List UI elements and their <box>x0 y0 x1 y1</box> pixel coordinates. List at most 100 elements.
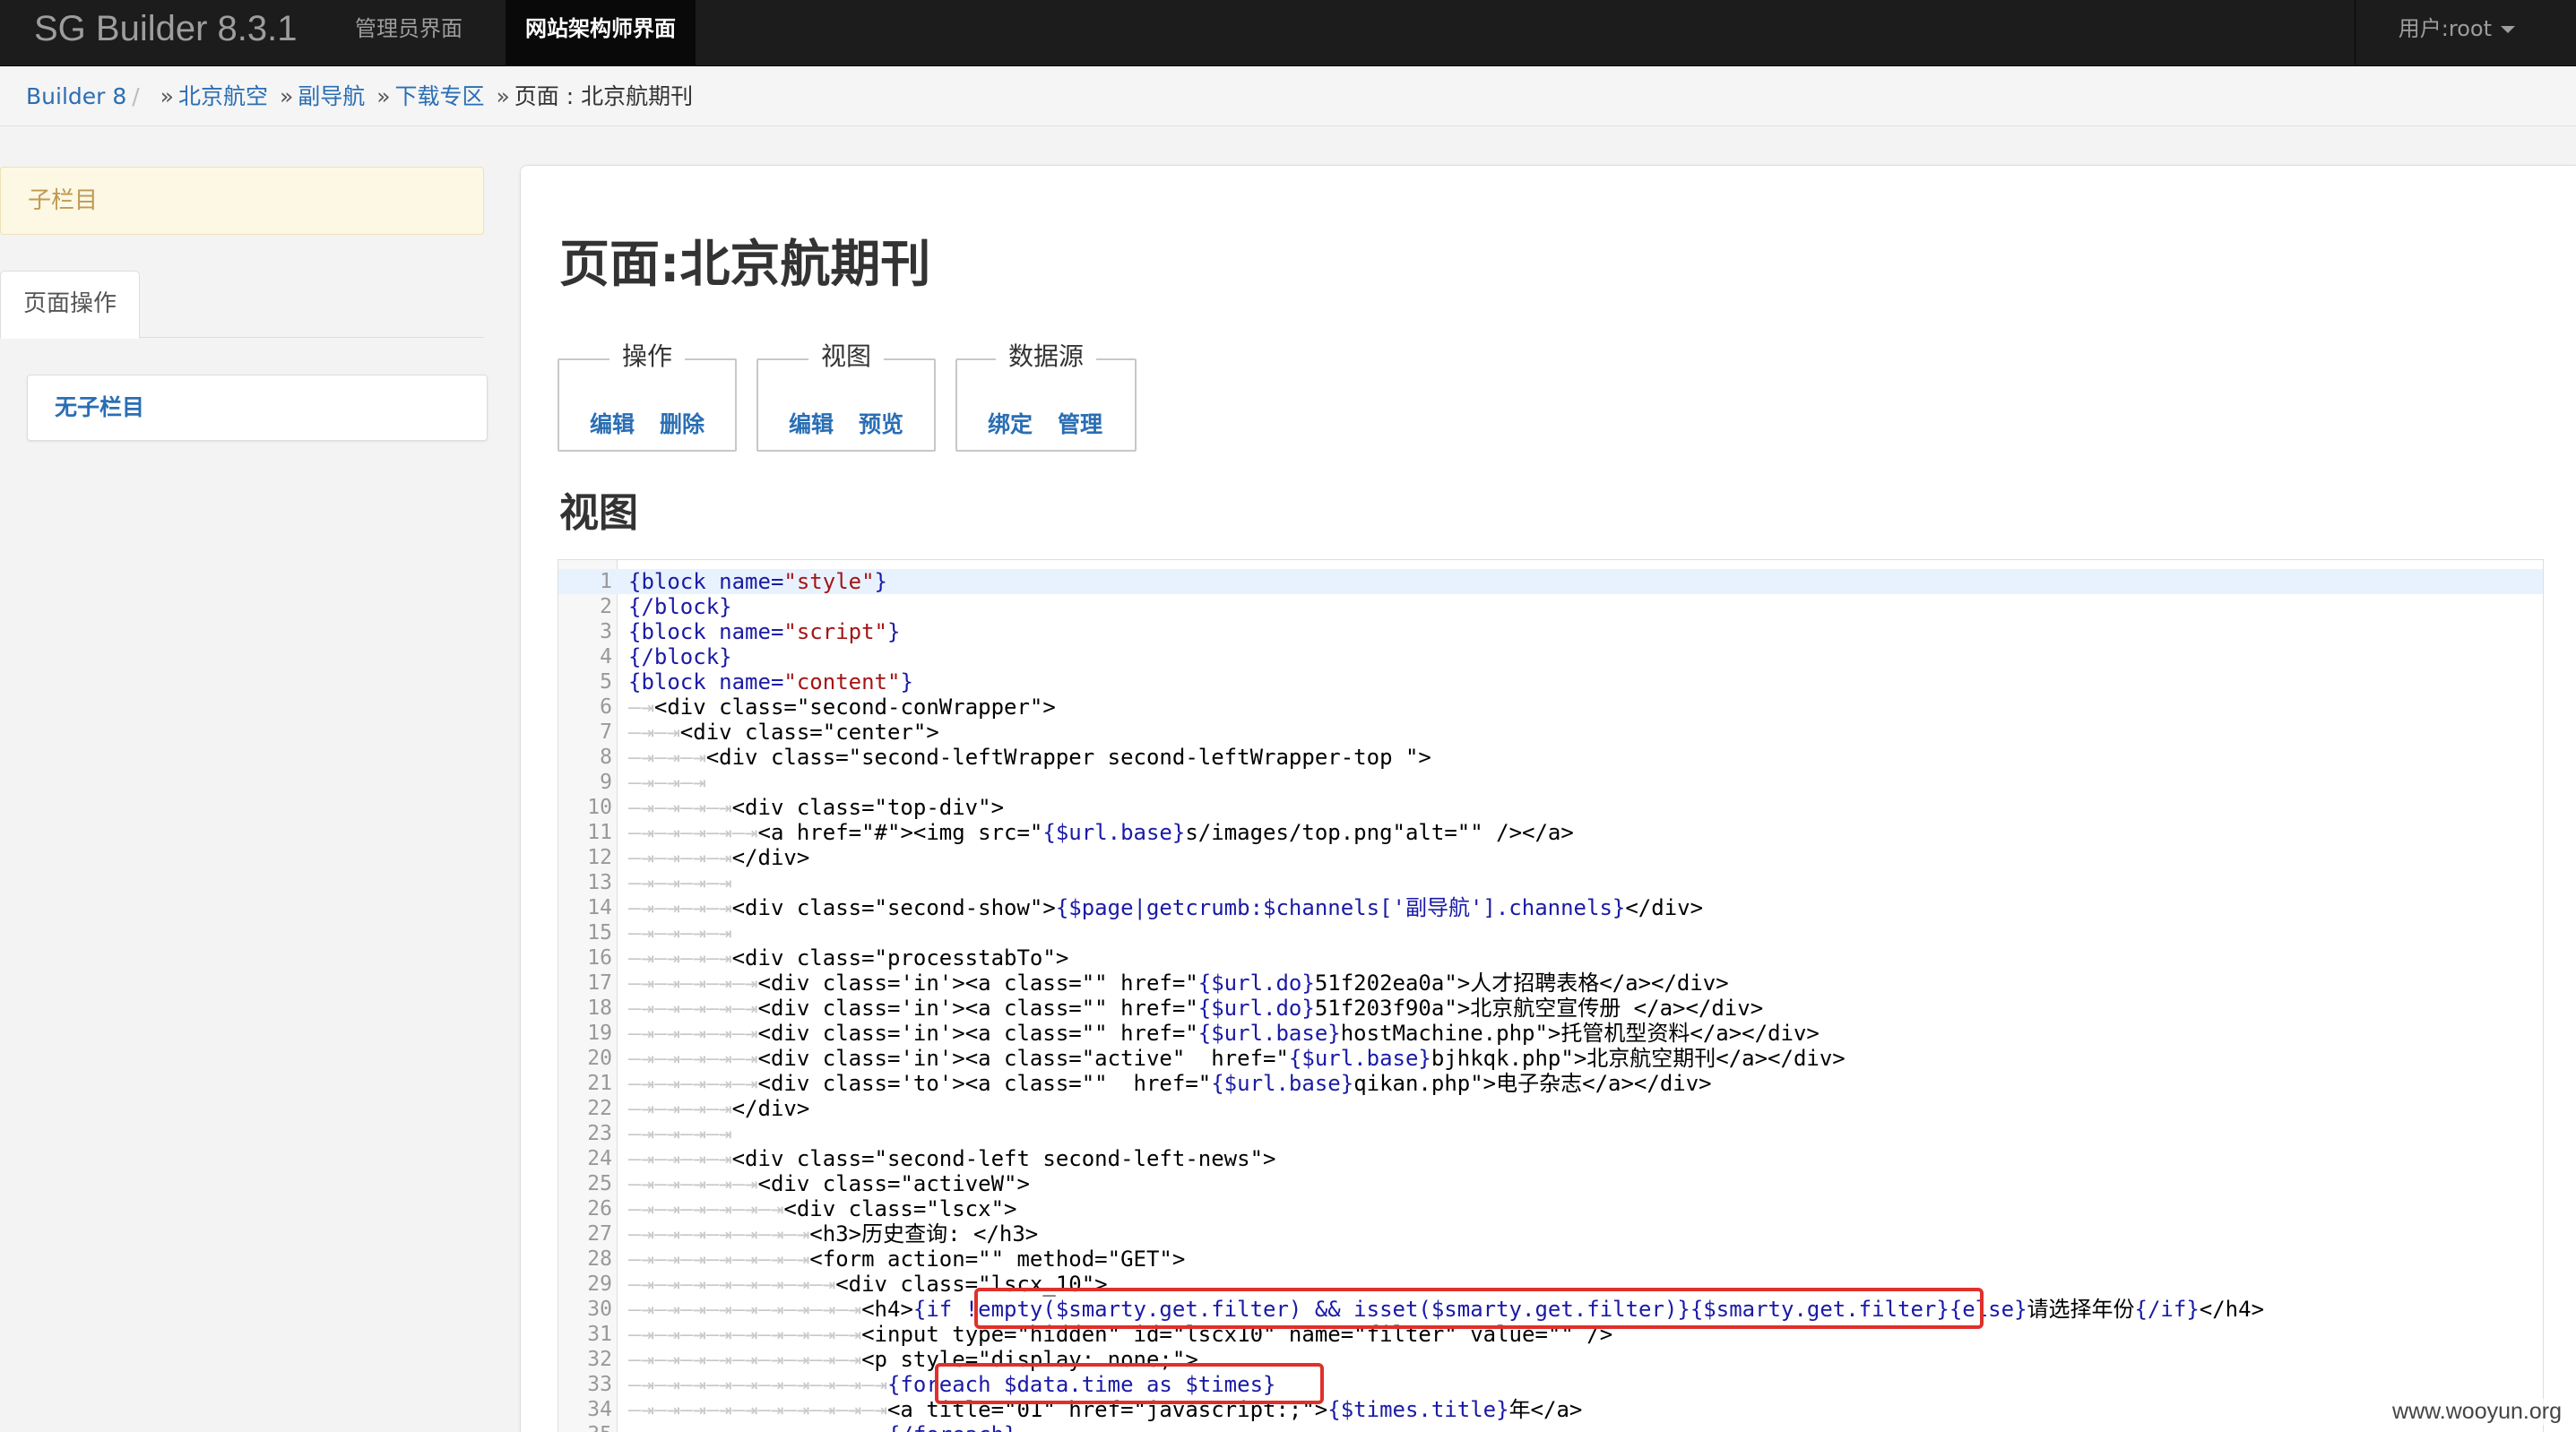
code-text: —⇥—⇥—⇥—⇥—⇥<div class='in'><a class="" hr… <box>628 996 1764 1021</box>
breadcrumb-current: 页面 : 北京航期刊 <box>514 83 694 109</box>
delete-page-button[interactable]: 删除 <box>660 407 705 439</box>
code-text: —⇥—⇥—⇥—⇥—⇥<div class='to'><a class="" hr… <box>628 1071 1712 1096</box>
line-number: 33 <box>587 1373 612 1396</box>
code-line: 6 —⇥<div class="second-conWrapper"> <box>558 694 2543 720</box>
code-line: 27 —⇥—⇥—⇥—⇥—⇥—⇥—⇥<h3>历史查询: </h3> <box>558 1221 2543 1247</box>
code-line: 15 —⇥—⇥—⇥—⇥ <box>558 920 2543 945</box>
breadcrumb-separator: » <box>496 83 510 109</box>
view-group: 视图 编辑 预览 <box>756 341 936 452</box>
tab-page-operations[interactable]: 页面操作 <box>0 271 140 339</box>
code-line: 17 —⇥—⇥—⇥—⇥—⇥<div class='in'><a class="" … <box>558 970 2543 996</box>
nav-admin-interface[interactable]: 管理员界面 <box>335 0 482 66</box>
code-text: —⇥—⇥<div class="center"> <box>628 720 939 745</box>
code-text: —⇥—⇥—⇥—⇥ <box>628 920 732 945</box>
code-line: 21 —⇥—⇥—⇥—⇥—⇥<div class='to'><a class="" … <box>558 1071 2543 1096</box>
operations-group: 操作 编辑 删除 <box>558 341 737 452</box>
code-line: 1 {block name="style"} <box>558 569 2543 594</box>
breadcrumb-root[interactable]: Builder 8 <box>26 83 126 109</box>
edit-view-button[interactable]: 编辑 <box>789 407 834 439</box>
code-text: —⇥—⇥—⇥—⇥—⇥—⇥—⇥<form action="" method="GE… <box>628 1247 1186 1272</box>
code-text: —⇥—⇥—⇥—⇥—⇥<div class='in'><a class="" hr… <box>628 1021 1820 1046</box>
line-number: 17 <box>587 971 612 995</box>
user-name: 用户:root <box>2398 16 2492 41</box>
line-number: 14 <box>587 896 612 919</box>
line-number: 18 <box>587 996 612 1020</box>
code-text: —⇥—⇥—⇥—⇥<div class="top-div"> <box>628 795 1005 820</box>
edit-page-button[interactable]: 编辑 <box>590 407 635 439</box>
code-text: —⇥—⇥—⇥ <box>628 770 706 795</box>
code-line: 25 —⇥—⇥—⇥—⇥—⇥<div class="activeW"> <box>558 1171 2543 1196</box>
code-line: 5 {block name="content"} <box>558 669 2543 694</box>
code-line: 22 —⇥—⇥—⇥—⇥</div> <box>558 1096 2543 1121</box>
line-number: 30 <box>587 1298 612 1321</box>
nav-architect-interface[interactable]: 网站架构师界面 <box>506 0 696 66</box>
datasource-legend: 数据源 <box>995 341 1096 371</box>
code-text: —⇥—⇥—⇥—⇥—⇥—⇥<div class="lscx"> <box>628 1196 1017 1221</box>
code-text: —⇥—⇥—⇥<div class="second-leftWrapper sec… <box>628 745 1431 770</box>
line-number: 9 <box>600 771 612 794</box>
brand-logo[interactable]: SG Builder 8.3.1 <box>34 9 298 49</box>
code-text: —⇥—⇥—⇥—⇥—⇥<div class='in'><a class="acti… <box>628 1046 1846 1071</box>
code-text: {block name="content"} <box>628 669 913 694</box>
breadcrumb: Builder 8/ » 北京航空 » 副导航 » 下载专区 » 页面 : 北京航期刊 <box>0 67 2576 126</box>
code-line: 33 —⇥—⇥—⇥—⇥—⇥—⇥—⇥—⇥—⇥—⇥{foreach $data.tim… <box>558 1372 2543 1397</box>
user-menu[interactable]: 用户:root <box>2354 0 2576 66</box>
line-number: 28 <box>587 1247 612 1271</box>
code-text: —⇥—⇥—⇥—⇥<div class="processtabTo"> <box>628 945 1069 970</box>
code-line: 20 —⇥—⇥—⇥—⇥—⇥<div class='in'><a class="ac… <box>558 1046 2543 1071</box>
breadcrumb-item-beijing-aviation[interactable]: 北京航空 <box>178 83 268 109</box>
code-text: —⇥—⇥—⇥—⇥<div class="second-left second-l… <box>628 1146 1276 1171</box>
code-editor[interactable]: 1 {block name="style"} 2 {/block} 3 {block na… <box>558 559 2544 1432</box>
highlight-box-foreach <box>935 1363 1324 1404</box>
page-title: 页面:北京航期刊 <box>559 236 931 294</box>
line-number: 24 <box>587 1147 612 1170</box>
line-number: 20 <box>587 1047 612 1070</box>
code-line: 4 {/block} <box>558 644 2543 669</box>
line-number: 6 <box>600 695 612 719</box>
line-number: 31 <box>587 1323 612 1346</box>
code-line: 18 —⇥—⇥—⇥—⇥—⇥<div class='in'><a class="" … <box>558 996 2543 1021</box>
code-line: 32 —⇥—⇥—⇥—⇥—⇥—⇥—⇥—⇥—⇥<p style="display: n… <box>558 1347 2543 1372</box>
line-number: 5 <box>600 670 612 694</box>
code-line: 35 —⇥—⇥—⇥—⇥—⇥—⇥—⇥—⇥—⇥—⇥{/foreach} <box>558 1422 2543 1432</box>
manage-datasource-button[interactable]: 管理 <box>1058 407 1102 439</box>
line-number: 2 <box>600 595 612 618</box>
code-text: {/block} <box>628 644 732 669</box>
preview-view-button[interactable]: 预览 <box>859 407 903 439</box>
line-number: 34 <box>587 1398 612 1421</box>
code-line: 11 —⇥—⇥—⇥—⇥—⇥<a href="#"><img src="{$url.… <box>558 820 2543 845</box>
breadcrumb-divider: / <box>132 83 140 109</box>
code-text: {/block} <box>628 594 732 619</box>
line-number: 11 <box>587 821 612 844</box>
line-number: 26 <box>587 1197 612 1221</box>
line-number: 3 <box>600 620 612 643</box>
code-line: 12 —⇥—⇥—⇥—⇥</div> <box>558 845 2543 870</box>
line-number: 8 <box>600 746 612 769</box>
code-text: {block name="style"} <box>628 569 887 594</box>
line-number: 15 <box>587 921 612 945</box>
sidebar-item-no-subcolumn[interactable]: 无子栏目 <box>27 375 488 441</box>
code-text: —⇥—⇥—⇥—⇥ <box>628 1121 732 1146</box>
breadcrumb-item-sub-nav[interactable]: 副导航 <box>298 83 365 109</box>
highlight-box-if-condition <box>974 1288 1984 1329</box>
code-line: 2 {/block} <box>558 594 2543 619</box>
code-line: 7 —⇥—⇥<div class="center"> <box>558 720 2543 745</box>
code-text: —⇥—⇥—⇥—⇥—⇥—⇥—⇥—⇥—⇥—⇥{/foreach} <box>628 1422 1016 1432</box>
view-legend: 视图 <box>808 341 884 371</box>
top-navbar: SG Builder 8.3.1 管理员界面 网站架构师界面 用户:root <box>0 0 2576 66</box>
line-number: 7 <box>600 720 612 744</box>
line-number: 4 <box>600 645 612 669</box>
bind-datasource-button[interactable]: 绑定 <box>988 407 1033 439</box>
code-line: 10 —⇥—⇥—⇥—⇥<div class="top-div"> <box>558 795 2543 820</box>
datasource-group: 数据源 绑定 管理 <box>955 341 1137 452</box>
line-number: 32 <box>587 1348 612 1371</box>
line-number: 23 <box>587 1122 612 1145</box>
line-number: 19 <box>587 1022 612 1045</box>
code-text: —⇥—⇥—⇥—⇥—⇥<div class="activeW"> <box>628 1171 1030 1196</box>
code-line: 19 —⇥—⇥—⇥—⇥—⇥<div class='in'><a class="" … <box>558 1021 2543 1046</box>
code-text: —⇥—⇥—⇥—⇥—⇥—⇥—⇥<h3>历史查询: </h3> <box>628 1221 1039 1247</box>
code-line: 34 —⇥—⇥—⇥—⇥—⇥—⇥—⇥—⇥—⇥—⇥<a title="01" href… <box>558 1397 2543 1422</box>
line-number: 27 <box>587 1222 612 1246</box>
breadcrumb-item-download[interactable]: 下载专区 <box>395 83 485 109</box>
code-line: 9 —⇥—⇥—⇥ <box>558 770 2543 795</box>
